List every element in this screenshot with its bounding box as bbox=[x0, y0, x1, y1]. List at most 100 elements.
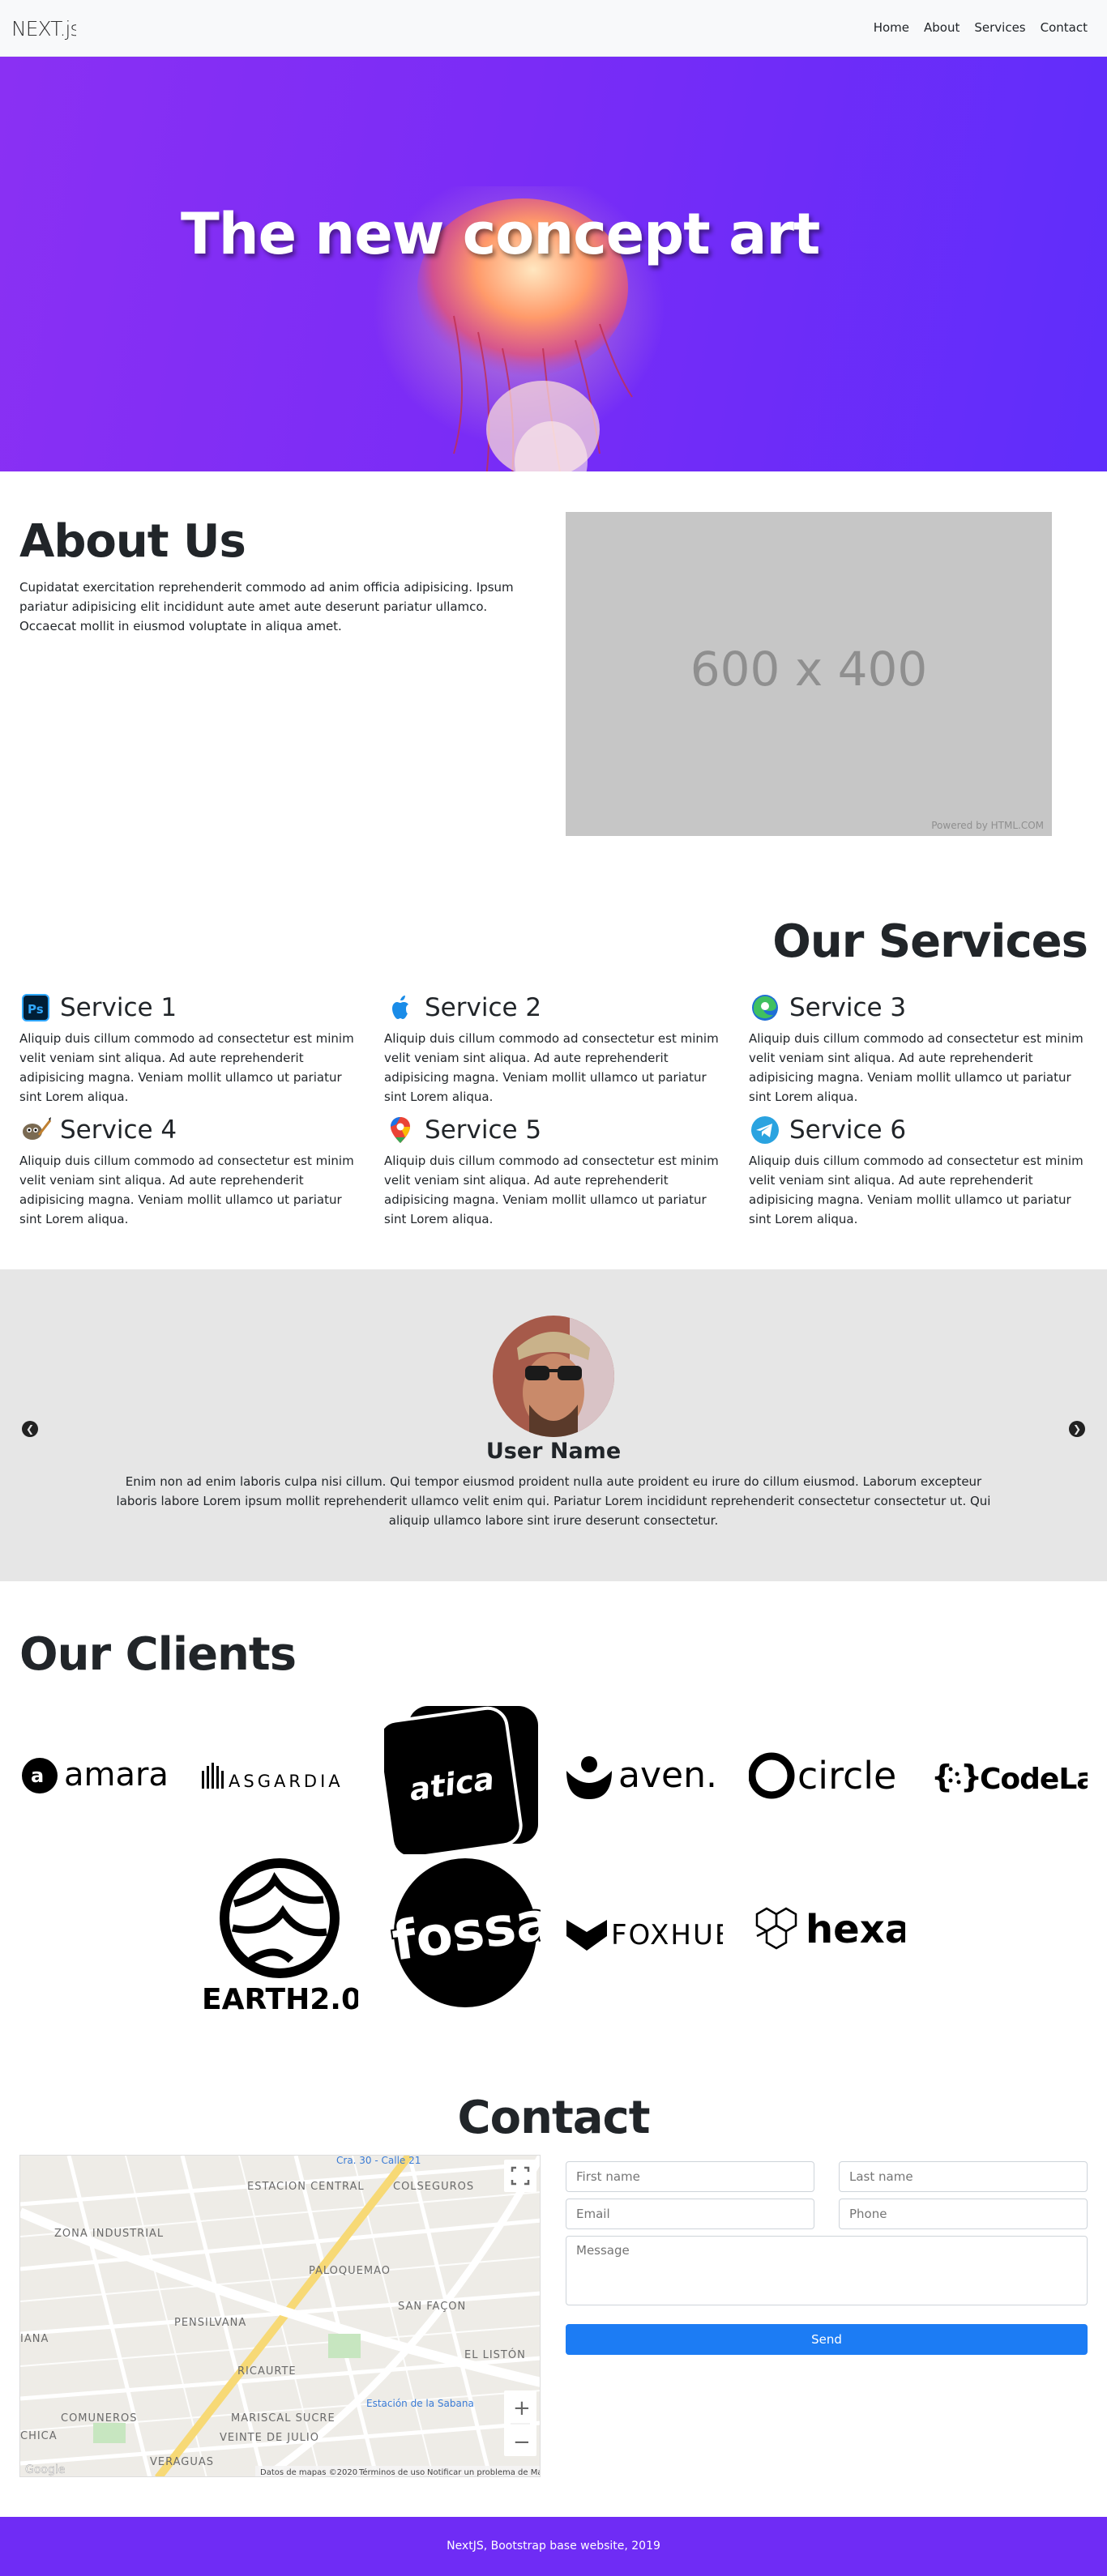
nav-home[interactable]: Home bbox=[874, 20, 909, 35]
google-logo: Google bbox=[25, 2463, 65, 2476]
service-name: Service 5 bbox=[425, 1115, 542, 1145]
client-logo-codelab: { } CodeLab bbox=[931, 1759, 1088, 1796]
service-text: Aliquip duis cillum commodo ad consectet… bbox=[749, 1154, 1083, 1226]
about-text: Cupidatat exercitation reprehenderit com… bbox=[19, 580, 514, 633]
service-text: Aliquip duis cillum commodo ad consectet… bbox=[19, 1154, 354, 1226]
map-canvas[interactable]: ESTACION CENTRAL COLSEGUROS ZONA INDUSTR… bbox=[20, 2156, 541, 2477]
chevron-right-icon[interactable]: ❯ bbox=[1069, 1421, 1085, 1437]
map-label: COLSEGUROS bbox=[393, 2181, 474, 2193]
service-name: Service 3 bbox=[789, 993, 907, 1022]
map-label: IANA bbox=[20, 2333, 49, 2345]
navbar: NEXT.js Home About Services Contact bbox=[0, 0, 1107, 57]
svg-text:a: a bbox=[31, 1764, 44, 1787]
fullscreen-button[interactable] bbox=[504, 2160, 536, 2192]
service-text: Aliquip duis cillum commodo ad consectet… bbox=[19, 1031, 354, 1104]
service-text: Aliquip duis cillum commodo ad consectet… bbox=[749, 1031, 1083, 1104]
testimonial-carousel: ❮ ❯ User Name Enim non ad enim laboris c… bbox=[0, 1269, 1107, 1581]
map-label: Estación de la Sabana bbox=[366, 2398, 474, 2409]
client-logo-earth: EARTH2.0 bbox=[202, 1858, 358, 2011]
client-logo-foxhub: FOXHUB bbox=[566, 1919, 723, 1951]
service-name: Service 4 bbox=[60, 1115, 177, 1145]
map-label: EL LISTÓN bbox=[464, 2348, 526, 2361]
email-input[interactable] bbox=[566, 2199, 814, 2229]
services-title: Our Services bbox=[772, 915, 1088, 968]
placeholder-size-label: 600 x 400 bbox=[690, 642, 928, 697]
service-card-6: Service 6 Aliquip duis cillum commodo ad… bbox=[749, 1112, 1093, 1229]
map-label: VEINTE DE JULIO bbox=[220, 2432, 319, 2444]
service-card-5: Service 5 Aliquip duis cillum commodo ad… bbox=[384, 1112, 729, 1229]
map-label: COMUNEROS bbox=[61, 2412, 138, 2425]
clients-title: Our Clients bbox=[19, 1628, 297, 1681]
logo-label: aven. bbox=[618, 1755, 717, 1796]
contact-title: Contact bbox=[457, 2092, 651, 2144]
logo-label: circle bbox=[797, 1754, 896, 1798]
client-logo-amara: a amara bbox=[22, 1756, 169, 1793]
logo-label: CodeLab bbox=[980, 1763, 1088, 1796]
map-label: MARISCAL SUCRE bbox=[231, 2412, 336, 2425]
service-card-2: Service 2 Aliquip duis cillum commodo ad… bbox=[384, 990, 729, 1107]
message-textarea[interactable] bbox=[566, 2236, 1088, 2305]
service-card-4: Service 4 Aliquip duis cillum commodo ad… bbox=[19, 1112, 364, 1229]
testimonial-text: Enim non ad enim laboris culpa nisi cill… bbox=[116, 1474, 991, 1528]
service-name: Service 1 bbox=[60, 993, 177, 1022]
nav-links: Home About Services Contact bbox=[874, 20, 1088, 35]
service-text: Aliquip duis cillum commodo ad consectet… bbox=[384, 1154, 719, 1226]
svg-text:Ps: Ps bbox=[28, 1002, 44, 1017]
map-label: PALOQUEMAO bbox=[309, 2265, 391, 2277]
client-logo-circle: circle bbox=[749, 1752, 896, 1799]
map-attribution: Datos de mapas ©2020 bbox=[260, 2468, 357, 2477]
map-terms-link: Términos de uso bbox=[358, 2467, 425, 2477]
footer: NextJS, Bootstrap base website, 2019 bbox=[0, 2517, 1107, 2576]
last-name-input[interactable] bbox=[839, 2161, 1088, 2192]
client-logo-fossa: fossa bbox=[387, 1858, 541, 2007]
map-label: ESTACION CENTRAL bbox=[247, 2181, 365, 2193]
avatar bbox=[493, 1316, 614, 1437]
nav-about[interactable]: About bbox=[924, 20, 960, 35]
logo-label: FOXHUB bbox=[611, 1919, 723, 1951]
service-card-1: Ps Service 1 Aliquip duis cillum commodo… bbox=[19, 990, 364, 1107]
svg-text:}: } bbox=[960, 1759, 982, 1794]
nav-services[interactable]: Services bbox=[974, 20, 1025, 35]
client-logo-aven: aven. bbox=[566, 1755, 717, 1799]
chevron-left-icon[interactable]: ❮ bbox=[22, 1421, 38, 1437]
hero-banner: The new concept art bbox=[0, 57, 1107, 471]
service-name: Service 6 bbox=[789, 1115, 907, 1145]
nav-contact[interactable]: Contact bbox=[1041, 20, 1088, 35]
svg-text:{: { bbox=[931, 1759, 953, 1794]
map-label: VERAGUAS bbox=[150, 2456, 214, 2468]
client-logo-atica: atica bbox=[384, 1706, 538, 1854]
apple-icon bbox=[392, 996, 408, 1019]
phone-input[interactable] bbox=[839, 2199, 1088, 2229]
map-label: RICAURTE bbox=[237, 2365, 297, 2378]
logo-label: amara bbox=[64, 1756, 169, 1793]
client-logo-asgardia: ASGARDIA bbox=[202, 1763, 344, 1791]
edge-icon bbox=[752, 995, 778, 1021]
service-name: Service 2 bbox=[425, 993, 542, 1022]
first-name-input[interactable] bbox=[566, 2161, 814, 2192]
map-label: PENSILVANA bbox=[174, 2317, 246, 2329]
client-logo-hexa: hexa bbox=[755, 1907, 905, 1952]
map-label: SAN FAÇON bbox=[398, 2301, 466, 2313]
logo-label: ASGARDIA bbox=[229, 1772, 344, 1791]
telegram-icon bbox=[751, 1116, 779, 1144]
map-label: CHICA bbox=[20, 2430, 58, 2442]
logo-label: EARTH2.0 bbox=[202, 1983, 358, 2011]
about-title: About Us bbox=[19, 515, 246, 568]
logo-text: NEXT.js bbox=[11, 17, 76, 41]
map-label: Cra. 30 - Calle 21 bbox=[336, 2156, 421, 2166]
map-report-link: Notificar un problema de Maps bbox=[427, 2468, 541, 2477]
zoom-out-button: − bbox=[513, 2430, 531, 2454]
zoom-in-button: + bbox=[513, 2396, 531, 2420]
send-button[interactable]: Send bbox=[566, 2324, 1088, 2355]
about-image-placeholder: 600 x 400 Powered by HTML.COM bbox=[566, 512, 1052, 836]
map-embed[interactable]: ESTACION CENTRAL COLSEGUROS ZONA INDUSTR… bbox=[19, 2155, 541, 2477]
service-text: Aliquip duis cillum commodo ad consectet… bbox=[384, 1031, 719, 1104]
logo-label: hexa bbox=[806, 1907, 905, 1952]
gimp-icon bbox=[23, 1117, 52, 1140]
hero-title: The new concept art bbox=[181, 201, 820, 267]
placeholder-credit: Powered by HTML.COM bbox=[931, 820, 1044, 831]
google-maps-icon bbox=[391, 1117, 410, 1143]
service-card-3: Service 3 Aliquip duis cillum commodo ad… bbox=[749, 990, 1093, 1107]
map-label: ZONA INDUSTRIAL bbox=[54, 2228, 164, 2240]
nextjs-logo[interactable]: NEXT.js bbox=[11, 16, 76, 41]
